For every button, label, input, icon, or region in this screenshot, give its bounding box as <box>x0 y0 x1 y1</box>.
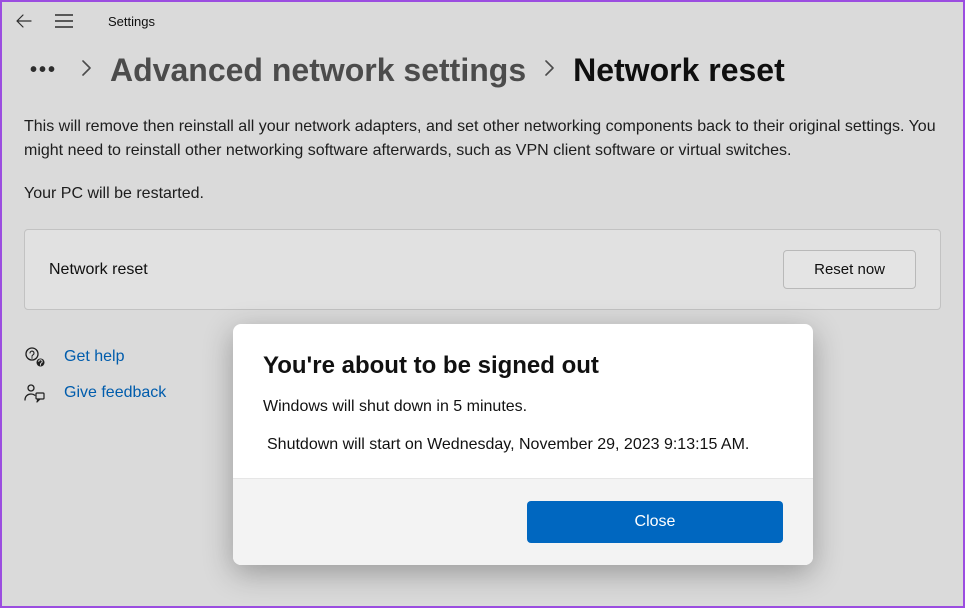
dialog-footer: Close <box>233 478 813 565</box>
dialog-message-countdown: Windows will shut down in 5 minutes. <box>263 398 783 416</box>
dialog-body: You're about to be signed out Windows wi… <box>233 324 813 478</box>
dialog-title: You're about to be signed out <box>263 352 783 380</box>
close-button[interactable]: Close <box>527 501 783 543</box>
dialog-message-time: Shutdown will start on Wednesday, Novemb… <box>263 436 783 454</box>
signout-dialog: You're about to be signed out Windows wi… <box>233 324 813 565</box>
